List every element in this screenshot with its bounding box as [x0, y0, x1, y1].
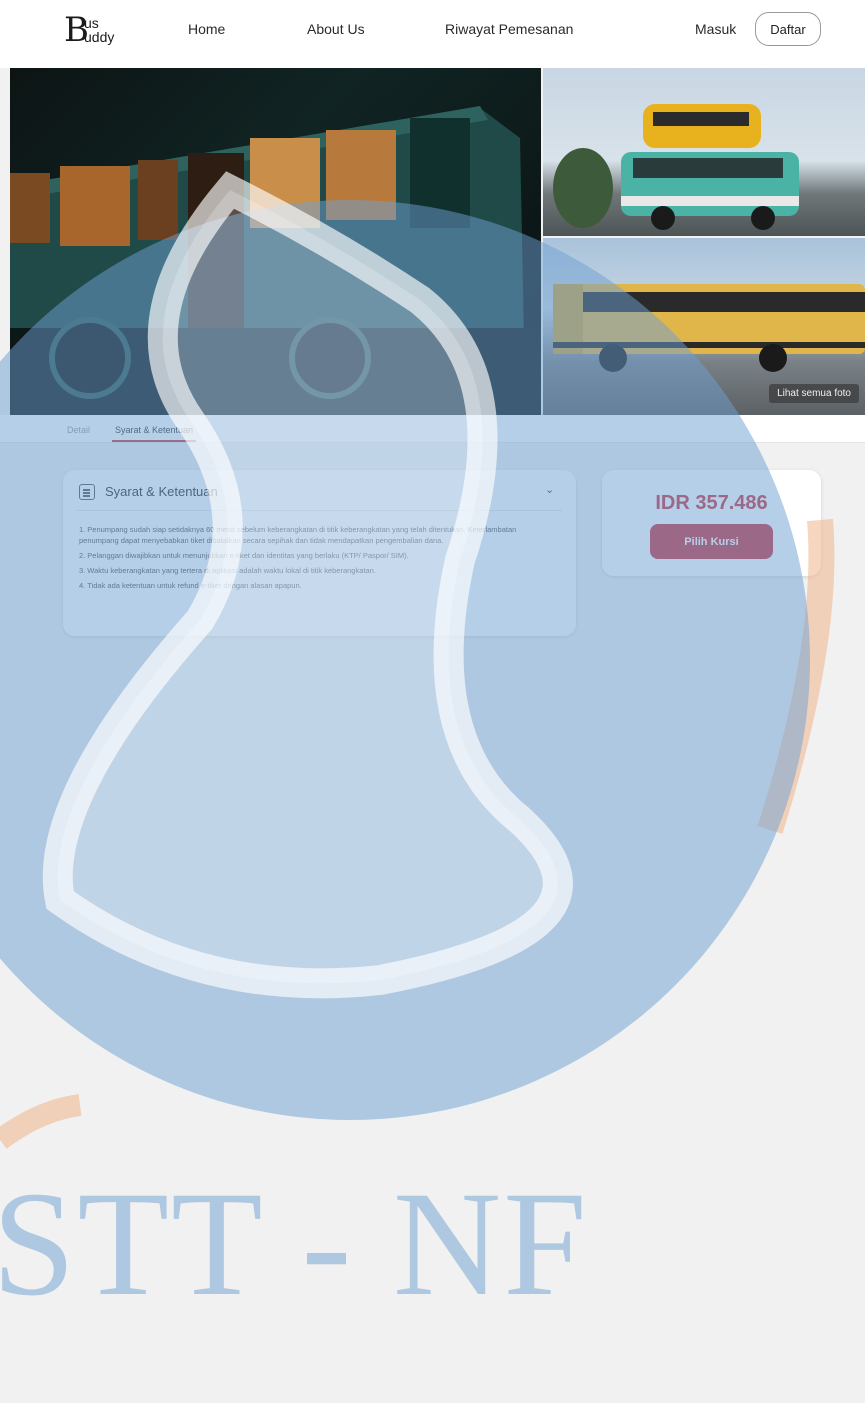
- bus-photo-gallery: Lihat semua foto: [10, 68, 865, 415]
- detail-tabs: Detail Syarat & Ketentuan: [0, 415, 865, 443]
- watermark-text: STT - NF: [0, 1161, 589, 1327]
- tab-detail[interactable]: Detail: [67, 424, 90, 436]
- list-item: 4. Tidak ada ketentuan untuk refund e-tik…: [79, 581, 302, 590]
- document-icon: [79, 484, 95, 500]
- divider: [77, 510, 562, 511]
- bus-photo-top-right[interactable]: [543, 68, 865, 236]
- bus-photo-main[interactable]: [10, 68, 541, 415]
- booking-card: IDR 357.486 Pilih Kursi: [602, 470, 821, 576]
- bus-buddy-logo[interactable]: B us uddy: [64, 10, 144, 50]
- top-navbar: B us uddy Home About Us Riwayat Pemesana…: [0, 0, 865, 68]
- terms-title: Syarat & Ketentuan: [105, 484, 218, 499]
- night-bus-illustration: [10, 106, 541, 415]
- list-item: 1. Penumpang sudah siap setidaknya 60 men…: [79, 525, 517, 545]
- terms-card: Syarat & Ketentuan ⌄ 1. Penumpang sudah s…: [63, 470, 576, 636]
- list-item: 2. Pelanggan diwajibkan untuk menunjukkan…: [79, 551, 409, 560]
- terms-list: 1. Penumpang sudah siap setidaknya 60 men…: [79, 524, 551, 595]
- logo-text-top: us: [84, 15, 99, 31]
- list-item: 3. Waktu keberangkatan yang tertera di ap…: [79, 566, 376, 575]
- login-link[interactable]: Masuk: [695, 21, 736, 37]
- chevron-down-icon[interactable]: ⌄: [545, 483, 554, 496]
- tab-terms[interactable]: Syarat & Ketentuan: [115, 424, 193, 436]
- bus-photo-bottom-right[interactable]: Lihat semua foto: [543, 238, 865, 415]
- active-tab-indicator: [112, 440, 196, 442]
- stacked-vans-illustration: [553, 104, 799, 230]
- nav-history-link[interactable]: Riwayat Pemesanan: [445, 21, 573, 37]
- nav-about-link[interactable]: About Us: [307, 21, 365, 37]
- choose-seat-button[interactable]: Pilih Kursi: [650, 524, 773, 559]
- register-button[interactable]: Daftar: [755, 12, 821, 46]
- ticket-price: IDR 357.486: [655, 492, 768, 514]
- logo-text-bottom: uddy: [84, 29, 115, 45]
- see-all-photos-button[interactable]: Lihat semua foto: [769, 384, 859, 403]
- nav-home-link[interactable]: Home: [188, 21, 225, 37]
